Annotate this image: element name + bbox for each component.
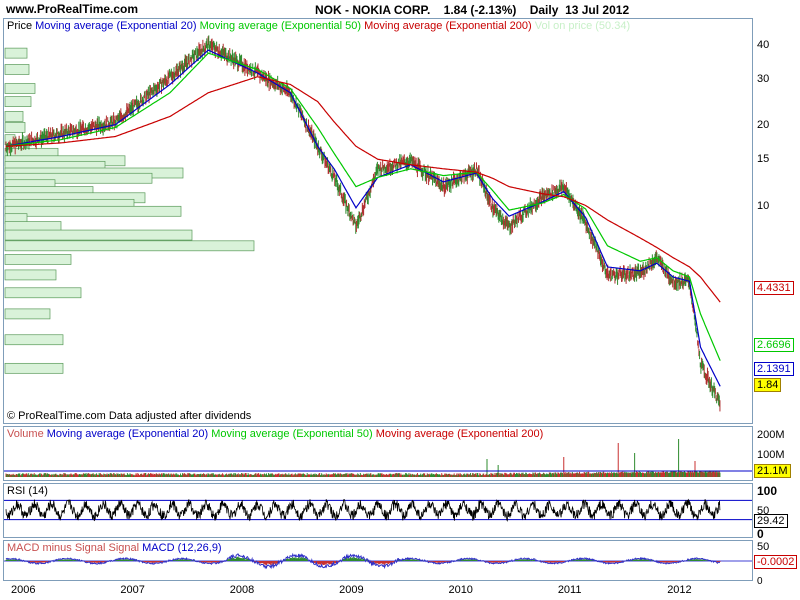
price-tick-label: 30: [757, 72, 770, 85]
x-tick-label: 2011: [557, 584, 582, 596]
value-ema20: 2.1391: [754, 362, 794, 376]
legend-ema50: Moving average (Exponential 50): [199, 20, 362, 32]
value-ema200: 4.4331: [754, 281, 794, 295]
price-tick-label: 40: [757, 39, 770, 52]
volume-profile-bar: [4, 111, 24, 122]
legend-vol-ema20: Moving average (Exponential 20): [46, 428, 209, 440]
volume-profile-bar: [4, 47, 28, 59]
volume-profile-bar: [4, 334, 64, 346]
price-tick-label: 20: [757, 119, 770, 132]
macd-tick-50: 50: [757, 541, 770, 553]
price-tick-label: 10: [757, 199, 770, 212]
volume-legend: Volume Moving average (Exponential 20) M…: [7, 428, 543, 440]
value-last-volume: 21.1M: [754, 464, 791, 478]
rsi-tick-0: 0: [757, 527, 764, 541]
legend-vol-ema200: Moving average (Exponential 200): [375, 428, 544, 440]
price-tick-label: 15: [757, 152, 770, 165]
value-ema50: 2.6696: [754, 338, 794, 352]
value-last-rsi: 29.42: [754, 514, 788, 528]
macd-panel[interactable]: MACD minus Signal Signal MACD (12,26,9): [3, 540, 753, 581]
vol-tick-200m: 200M: [757, 429, 785, 441]
price-panel[interactable]: Price Moving average (Exponential 20) Mo…: [3, 18, 753, 424]
legend-vol-ema50: Moving average (Exponential 50): [211, 428, 373, 440]
volume-profile-bar: [4, 122, 26, 133]
volume-profile-bar: [4, 83, 36, 94]
rsi-line: [5, 498, 721, 522]
legend-vol-on-price: Vol on price (50.34): [534, 20, 631, 32]
legend-volume: Volume: [7, 428, 44, 440]
volume-profile-bar: [4, 229, 193, 241]
price-legend: Price Moving average (Exponential 20) Mo…: [7, 20, 630, 32]
price-chart[interactable]: [4, 19, 752, 423]
ma-line: [5, 49, 721, 387]
x-tick-label: 2009: [339, 584, 364, 596]
rsi-panel[interactable]: RSI (14): [3, 483, 753, 538]
volume-profile-bar: [4, 362, 64, 374]
legend-macd: MACD (12,26,9): [142, 542, 222, 554]
legend-price: Price: [7, 20, 33, 32]
rsi-legend: RSI (14): [7, 485, 48, 497]
x-tick-label: 2010: [448, 584, 473, 596]
volume-profile-bar: [4, 205, 182, 217]
x-tick-label: 2012: [667, 584, 692, 596]
volume-profile-bar: [4, 269, 57, 281]
volume-profile-bar: [4, 64, 30, 75]
macd-tick-0: 0: [757, 576, 763, 587]
footnote: © ProRealTime.com Data adjusted after di…: [7, 410, 252, 422]
volume-profile-bar: [4, 287, 82, 299]
value-last-macd: -0.0002: [754, 555, 798, 569]
site-name[interactable]: www.ProRealTime.com: [6, 2, 138, 16]
x-tick-label: 2007: [120, 584, 145, 596]
volume-panel[interactable]: Volume Moving average (Exponential 20) M…: [3, 426, 753, 481]
x-tick-label: 2006: [11, 584, 36, 596]
volume-profile-bar: [4, 254, 72, 265]
chart-title: NOK - NOKIA CORP. 1.84 (-2.13%) Daily 13…: [315, 3, 630, 17]
rsi-chart[interactable]: [4, 484, 752, 537]
legend-macd-hist: MACD minus Signal Signal: [7, 542, 140, 554]
volume-profile-bar: [4, 96, 32, 107]
value-last-price: 1.84: [754, 378, 782, 392]
vol-tick-100m: 100M: [757, 449, 785, 461]
ma-line: [5, 76, 721, 303]
rsi-tick-100: 100: [757, 484, 778, 498]
macd-legend: MACD minus Signal Signal MACD (12,26,9): [7, 542, 222, 554]
volume-profile-bar: [4, 308, 51, 320]
x-tick-label: 2008: [229, 584, 255, 596]
legend-ema200: Moving average (Exponential 200): [364, 20, 532, 32]
volume-profile-bar: [4, 240, 255, 252]
legend-ema20: Moving average (Exponential 20): [35, 20, 197, 32]
